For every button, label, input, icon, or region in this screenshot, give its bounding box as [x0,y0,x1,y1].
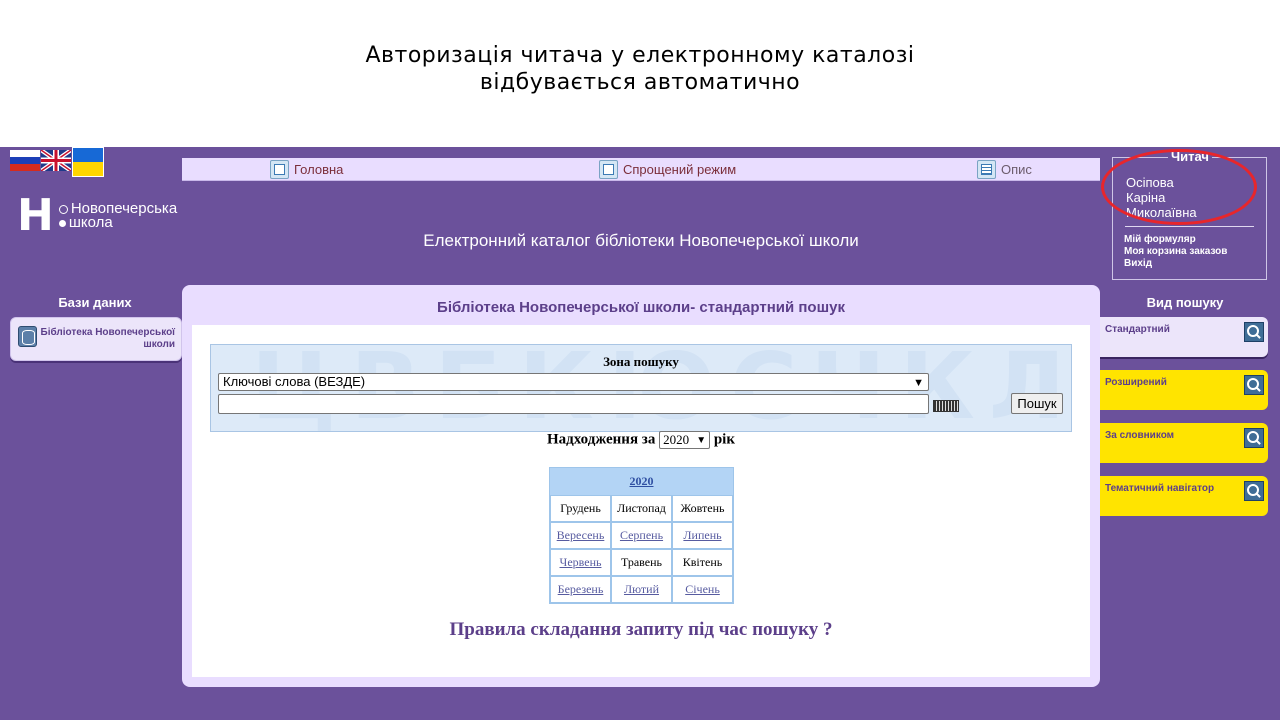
calendar-row: Вересень Серпень Липень [550,522,733,549]
english-flag-icon[interactable] [41,150,71,171]
calendar-month-link[interactable]: Січень [672,576,733,603]
document-icon [977,160,996,179]
slide-title: Авторизація читача у електронному катало… [0,42,1280,96]
calendar-year-header: 2020 [550,468,733,495]
database-icon [18,326,37,347]
slide-title-line1: Авторизація читача у електронному катало… [365,43,915,68]
catalog-title: Електронний каталог бібліотеки Новопечер… [423,231,859,250]
nav-simple-mode-label: Спрощений режим [623,162,737,177]
reader-full-name: Осіпова Каріна Миколаївна [1126,175,1197,220]
search-zone: ЦВБКЮСЧКЛВЫ Зона пошуку Ключові слова (В… [210,344,1072,432]
reader-box: Читач Осіпова Каріна Миколаївна Мій форм… [1112,149,1267,280]
search-icon [1244,322,1264,342]
search-icon [1244,375,1264,395]
my-basket-link[interactable]: Моя корзина заказов [1124,246,1227,258]
calendar-month-link[interactable]: Вересень [550,522,611,549]
search-area: ЦВБКЮСЧКЛВЫ Зона пошуку Ключові слова (В… [192,325,1090,677]
search-type-standard[interactable]: Стандартний [1100,317,1268,357]
search-type-label: Розширений [1105,377,1167,388]
calendar-year-link[interactable]: 2020 [630,474,654,488]
query-rules-link[interactable]: Правила складання запиту під час пошуку … [192,619,1090,641]
search-types-heading: Вид пошуку [1146,295,1224,310]
main-panel: Бібліотека Новопечерської школи- стандар… [182,285,1100,687]
calendar-month-link[interactable]: Лютий [611,576,672,603]
top-navigation: Головна Спрощений режим Опис [182,158,1100,181]
calendar-month: Квітень [672,549,733,576]
chevron-down-icon: ▼ [913,377,924,389]
calendar-month-link[interactable]: Червень [550,549,611,576]
search-button[interactable]: Пошук [1011,393,1063,414]
database-item-label: Бібліотека Новопечерської школи [41,327,175,351]
nav-description[interactable]: Опис [977,158,1032,181]
reader-surname: Осіпова [1126,175,1174,190]
year-select[interactable]: 2020 ▼ [659,431,711,449]
search-type-label: Тематичний навігатор [1105,483,1215,494]
zone-label: Зона пошуку [603,354,679,369]
calendar-month-link[interactable]: Серпень [611,522,672,549]
reader-links: Мій формуляр Моя корзина заказов Вихід [1124,234,1227,270]
my-form-link[interactable]: Мій формуляр [1124,234,1227,246]
database-item[interactable]: Бібліотека Новопечерської школи [10,317,182,361]
database-item-line2: школи [143,339,175,350]
calendar-month: Жовтень [672,495,733,522]
slide-title-line2: відбувається автоматично [479,70,801,95]
arrivals-suffix: рік [713,431,735,448]
search-icon [1244,481,1264,501]
reader-divider [1125,226,1254,227]
home-icon [270,160,289,179]
logout-link[interactable]: Вихід [1124,258,1227,270]
chevron-down-icon: ▼ [696,435,707,446]
search-type-extended[interactable]: Розширений [1100,370,1268,410]
nav-home[interactable]: Головна [270,158,343,181]
search-zone-select[interactable]: Ключові слова (ВЕЗДЕ) ▼ [218,373,929,391]
main-title: Бібліотека Новопечерської школи- стандар… [437,299,845,316]
reader-legend: Читач [1168,149,1212,164]
logo-line2: школа [59,215,177,230]
search-type-dictionary[interactable]: За словником [1100,423,1268,463]
databases-heading: Бази даних [58,295,132,310]
calendar-month: Травень [611,549,672,576]
nav-description-label: Опис [1001,162,1032,177]
ukrainian-flag-icon[interactable] [72,147,104,177]
russian-flag-icon[interactable] [10,150,40,171]
database-item-line1: Бібліотека Новопечерської [40,327,175,338]
search-input[interactable] [218,394,929,414]
nav-simple-mode[interactable]: Спрощений режим [599,158,736,181]
arrivals-line: Надходження за 2020 ▼ рік [192,431,1090,449]
reader-first-name: Каріна [1126,190,1166,205]
search-type-thematic[interactable]: Тематичний навігатор [1100,476,1268,516]
calendar-month-link[interactable]: Березень [550,576,611,603]
search-type-label: За словником [1105,430,1175,441]
search-type-label: Стандартний [1105,324,1170,335]
arrivals-calendar: 2020 Грудень Листопад Жовтень Вересень С… [549,467,734,604]
calendar-row: Грудень Листопад Жовтень [550,495,733,522]
arrivals-prefix: Надходження за [546,431,656,448]
nav-home-label: Головна [294,162,344,177]
simple-mode-icon [599,160,618,179]
calendar-month: Грудень [550,495,611,522]
calendar-row: Березень Лютий Січень [550,576,733,603]
language-flags [10,147,104,177]
calendar-month-link[interactable]: Липень [672,522,733,549]
year-select-value: 2020 [663,432,690,447]
keyboard-icon[interactable] [933,400,959,412]
logo-letter: Н [17,190,54,241]
search-icon [1244,428,1264,448]
catalog-screenshot: Н Новопечерська школа Головна Спрощений … [0,147,1280,720]
calendar-row: Червень Травень Квітень [550,549,733,576]
school-logo: Н Новопечерська школа [17,190,177,241]
calendar-month: Листопад [611,495,672,522]
search-zone-value: Ключові слова (ВЕЗДЕ) [223,374,366,389]
reader-patronymic: Миколаївна [1126,205,1197,220]
